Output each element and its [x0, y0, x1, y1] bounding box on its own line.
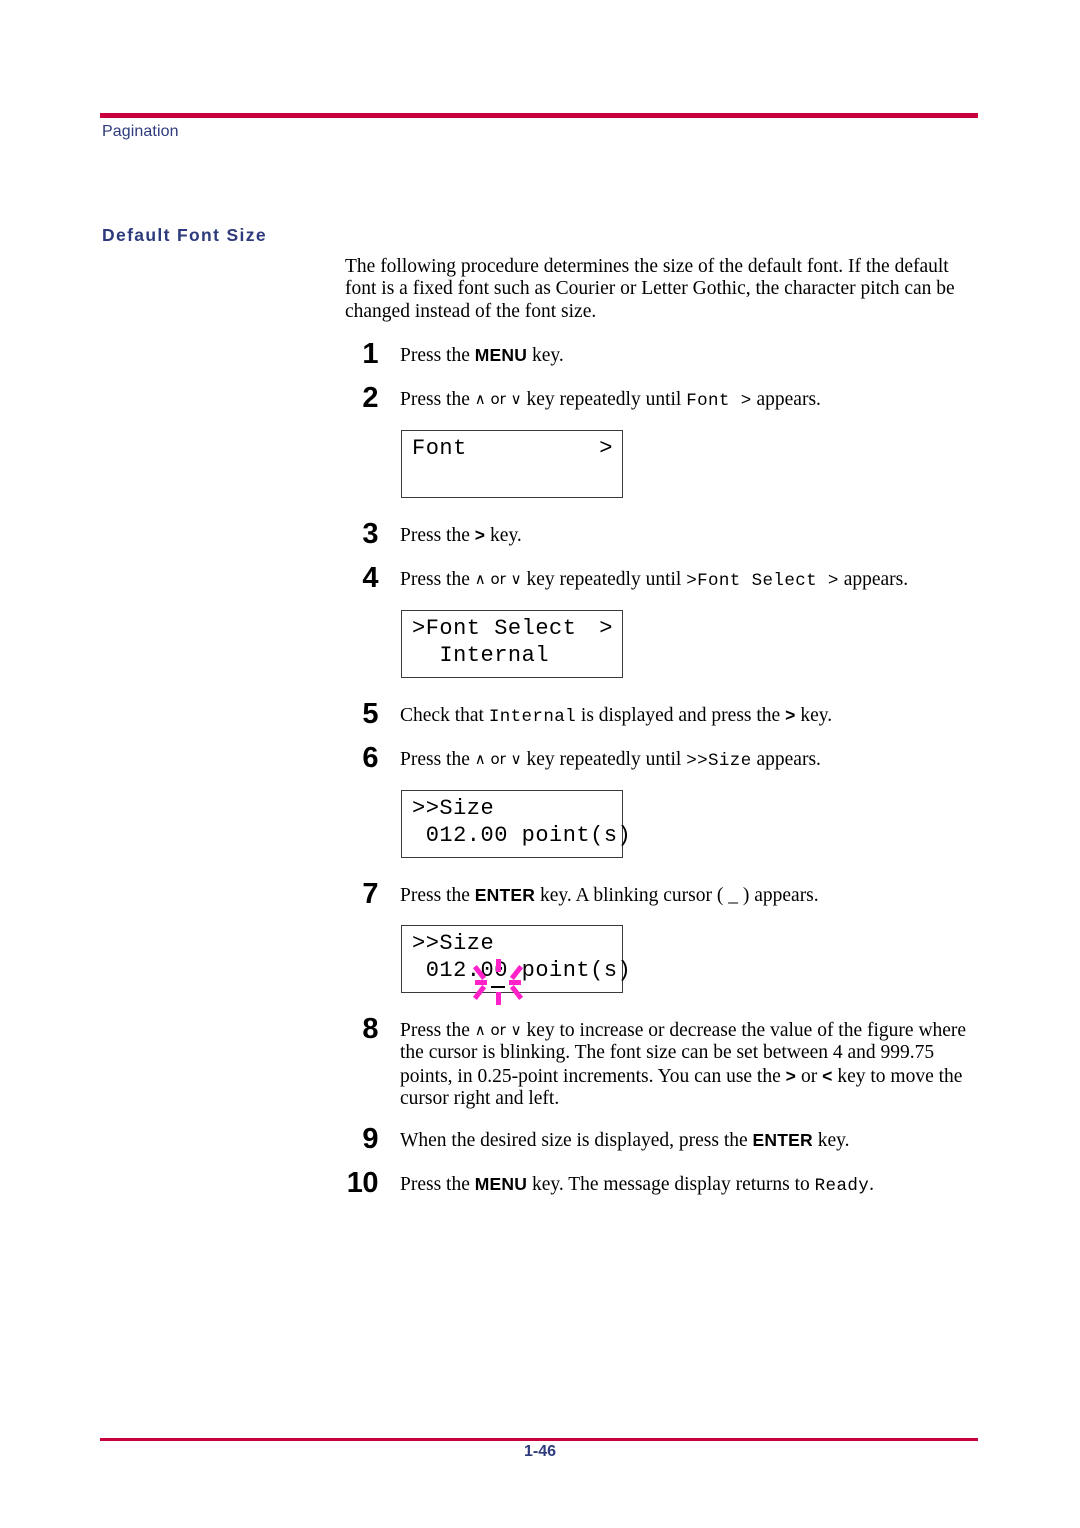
footer-rule: [100, 1438, 978, 1441]
lcd-line-2-left: 012.00 point(s): [412, 823, 632, 848]
step-number: 3: [362, 518, 378, 550]
step-number: 1: [362, 338, 378, 370]
step-number: 7: [362, 878, 378, 910]
blinking-cursor-underscore: [491, 986, 505, 988]
step-text-pre: When the desired size is displayed, pres…: [400, 1130, 753, 1151]
step-number: 10: [346, 1167, 379, 1199]
lcd-line-2: [412, 461, 613, 491]
lcd-line-2-left: Internal: [412, 643, 550, 668]
step-text-pre: Check that: [400, 705, 489, 726]
lcd-line-2: 012.00 point(s): [412, 821, 631, 851]
key-label: ENTER: [474, 885, 536, 905]
lcd-code: Font >: [686, 391, 752, 411]
lcd-line-2: 012.00 point(s): [412, 956, 631, 986]
key-label: MENU: [474, 345, 528, 365]
step-text-pre: Press the: [400, 749, 475, 770]
step-text-post: key.: [812, 1130, 850, 1151]
step-text: Press the ∧ or ∨ key repeatedly until >F…: [400, 568, 990, 592]
step-text: Press the MENU key.: [400, 344, 990, 367]
step-text: When the desired size is displayed, pres…: [400, 1129, 990, 1152]
lcd-line-1: >>Size: [412, 929, 613, 959]
lcd-line-2: Internal: [412, 641, 613, 671]
arrow-keys-icon: ∧ or ∨: [474, 750, 522, 768]
lcd-code: >>Size: [686, 751, 752, 771]
step-text-pre: Press the: [400, 885, 475, 906]
lcd-panel-font-select: >Font Select > Internal: [401, 610, 623, 678]
page-number: 1-46: [523, 1443, 557, 1460]
step-text-mid: key repeatedly until: [521, 389, 687, 410]
step-text: Press the ∧ or ∨ key to increase or decr…: [400, 1019, 990, 1110]
document-page: Pagination Default Font Size The followi…: [0, 0, 1080, 1528]
step-text-post: .: [869, 1174, 875, 1195]
step-text: Press the MENU key. The message display …: [400, 1173, 990, 1197]
step-text-post: key.: [795, 705, 833, 726]
step-number: 9: [362, 1123, 378, 1155]
step-text: Press the ∧ or ∨ key repeatedly until Fo…: [400, 388, 990, 412]
lcd-code: Internal: [488, 707, 577, 727]
step-text: Press the > key.: [400, 524, 990, 547]
lcd-line-1-right: >: [599, 436, 613, 461]
step-text: Press the ENTER key. A blinking cursor (…: [400, 884, 990, 907]
step-text-post: appears.: [838, 569, 909, 590]
section-heading: Default Font Size: [102, 225, 267, 245]
step-number: 6: [362, 742, 378, 774]
lcd-line-1-left: >>Size: [412, 796, 495, 821]
step-number: 2: [362, 382, 378, 414]
step-number: 4: [362, 562, 378, 594]
step-text-post: key.: [527, 345, 564, 366]
step-text: Check that Internal is displayed and pre…: [400, 704, 990, 728]
key-label: >: [785, 705, 796, 725]
step-text-mid: is displayed and press the: [576, 705, 786, 726]
header-rule: [100, 113, 978, 118]
lcd-panel-font: Font >: [401, 430, 623, 498]
step-text-post: key.: [485, 525, 522, 546]
intro-paragraph: The following procedure determines the s…: [345, 256, 955, 322]
step-text-between-keys: or: [796, 1065, 823, 1087]
key-label-secondary: <: [822, 1065, 833, 1086]
step-text-pre: Press the: [400, 389, 475, 410]
lcd-line-1-left: >Font Select: [412, 616, 577, 641]
lcd-line-1: >Font Select >: [412, 614, 613, 644]
step-text: Press the ∧ or ∨ key repeatedly until >>…: [400, 748, 990, 772]
key-label: MENU: [474, 1174, 528, 1194]
step-text-post: appears.: [751, 389, 821, 410]
step-text-mid: key repeatedly until: [521, 749, 687, 770]
step-text-mid: key repeatedly until: [521, 569, 687, 590]
step-text-pre: Press the: [400, 345, 475, 366]
step-number: 8: [362, 1013, 378, 1045]
key-label: >: [785, 1065, 797, 1086]
step-text-pre: Press the: [400, 525, 475, 546]
arrow-keys-icon: ∧ or ∨: [474, 390, 522, 408]
key-label: >: [474, 525, 486, 545]
step-text-pre: Press the: [400, 1020, 475, 1041]
step-text-post: appears.: [751, 749, 821, 770]
key-label: ENTER: [752, 1130, 813, 1150]
lcd-line-1-left: Font: [412, 436, 467, 461]
lcd-line-1: >>Size: [412, 794, 613, 824]
lcd-panel-size: >>Size 012.00 point(s): [401, 790, 631, 858]
lcd-line-1: Font >: [412, 434, 613, 464]
lcd-line-2-left: 012.00 point(s): [412, 958, 632, 983]
arrow-keys-icon: ∧ or ∨: [474, 1021, 522, 1039]
lcd-code: Ready: [814, 1176, 870, 1196]
arrow-keys-icon: ∧ or ∨: [474, 570, 522, 588]
running-head: Pagination: [102, 123, 179, 140]
step-text-post: key. A blinking cursor ( _ ) appears.: [535, 885, 819, 906]
step-text-pre: Press the: [400, 1174, 475, 1195]
step-text-pre: Press the: [400, 569, 475, 590]
lcd-code: >Font Select >: [686, 571, 839, 591]
lcd-line-1-right: >: [599, 616, 613, 641]
lcd-panel-size-cursor: >>Size 012.00 point(s): [401, 925, 631, 1005]
step-text-mid: key. The message display returns to: [527, 1174, 815, 1195]
step-number: 5: [362, 698, 378, 730]
lcd-line-1-left: >>Size: [412, 931, 495, 956]
